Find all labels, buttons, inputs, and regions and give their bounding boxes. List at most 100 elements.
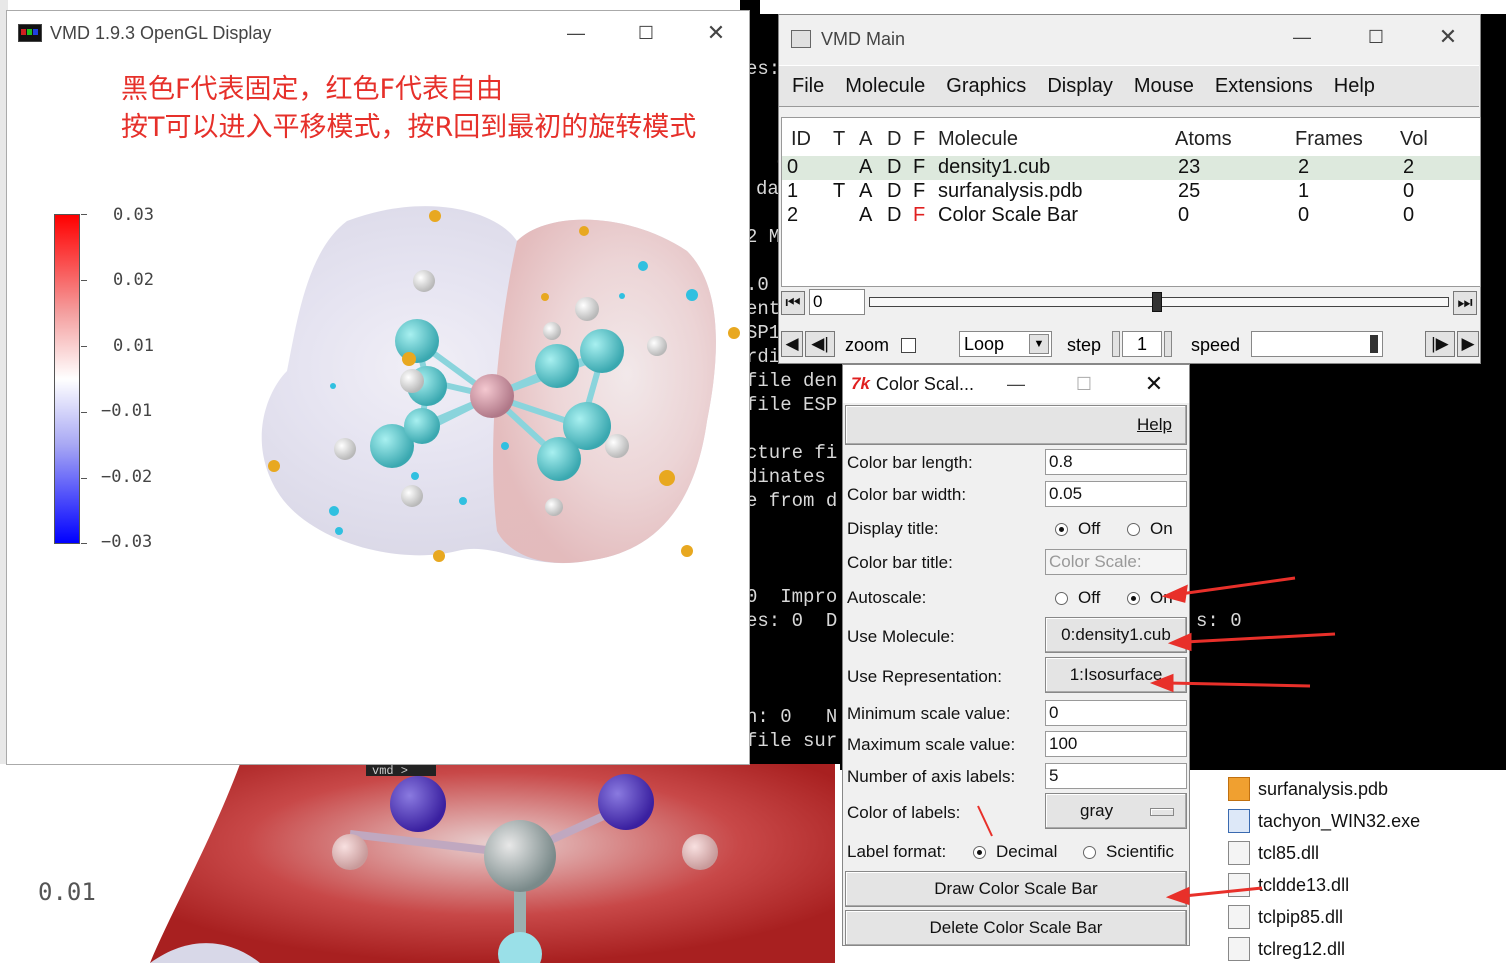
row-active[interactable]: A (859, 180, 872, 203)
autoscale-on-radio[interactable]: On (1127, 588, 1173, 608)
sublime-file-icon (1228, 777, 1250, 801)
skip-to-start-icon[interactable]: ⏮ (781, 291, 805, 315)
minimize-button[interactable]: — (981, 365, 1051, 403)
minimize-button[interactable]: — (1267, 15, 1337, 59)
loop-select[interactable]: Loop ▼ (959, 331, 1052, 357)
console-line: SP1 (746, 322, 781, 344)
close-button[interactable]: ✕ (1413, 15, 1483, 59)
chevron-down-icon[interactable]: ▼ (1029, 334, 1049, 354)
file-item[interactable]: tcldde13.dll (1228, 871, 1349, 899)
min-scale-input[interactable]: 0 (1045, 700, 1187, 726)
row-active[interactable]: A (859, 204, 872, 227)
loop-value: Loop (964, 334, 1005, 354)
axis-labels-input[interactable]: 5 (1045, 763, 1187, 789)
maximize-button[interactable]: ☐ (1049, 365, 1119, 403)
menu-molecule[interactable]: Molecule (845, 75, 925, 98)
step-increment-icon[interactable] (1164, 331, 1172, 357)
console-line: 2 M (746, 226, 781, 248)
play-forward-icon[interactable]: |▶ (1425, 331, 1455, 357)
max-scale-input[interactable]: 100 (1045, 731, 1187, 757)
menu-graphics[interactable]: Graphics (946, 75, 1026, 98)
maximize-button[interactable]: ☐ (611, 11, 681, 55)
delete-color-scale-button[interactable]: Delete Color Scale Bar (845, 910, 1187, 946)
row-top[interactable]: T (833, 180, 845, 203)
vmd-main-window[interactable]: VMD Main — ☐ ✕ File Molecule Graphics Di… (778, 14, 1481, 364)
close-button[interactable]: ✕ (1119, 365, 1189, 403)
row-drawn[interactable]: D (887, 156, 901, 179)
speed-slider-handle[interactable] (1370, 335, 1378, 353)
file-name: surfanalysis.pdb (1258, 778, 1389, 799)
molecule-row[interactable]: 1 T A D F surfanalysis.pdb 25 1 0 (782, 180, 1480, 204)
draw-color-scale-button[interactable]: Draw Color Scale Bar (845, 871, 1187, 907)
cs-title-bar[interactable]: 7k Color Scal... — ☐ ✕ (843, 365, 1189, 403)
step-forward-icon[interactable]: ▶ (1457, 331, 1479, 357)
row-fixed[interactable]: F (913, 180, 925, 203)
row-active[interactable]: A (859, 156, 872, 179)
file-item[interactable]: tclreg12.dll (1228, 935, 1345, 963)
bar-width-input[interactable]: 0.05 (1045, 481, 1187, 507)
opengl-display-window[interactable]: VMD 1.9.3 OpenGL Display — ☐ ✕ 黑色F代表固定，红… (6, 10, 750, 765)
color-scale-window[interactable]: 7k Color Scal... — ☐ ✕ Help Color bar le… (842, 364, 1190, 946)
col-header-top[interactable]: T (833, 128, 845, 151)
file-item[interactable]: tachyon_WIN32.exe (1228, 807, 1420, 835)
row-vol: 0 (1403, 204, 1415, 226)
row-fixed[interactable]: F (913, 156, 925, 179)
frame-input[interactable]: 0 (809, 289, 865, 315)
col-header-frames[interactable]: Frames (1295, 128, 1363, 151)
gl-title-bar[interactable]: VMD 1.9.3 OpenGL Display — ☐ ✕ (7, 11, 749, 55)
file-item[interactable]: surfanalysis.pdb (1228, 775, 1388, 803)
molecule-isosurface-render[interactable] (247, 191, 747, 591)
row-drawn[interactable]: D (887, 180, 901, 203)
menu-file[interactable]: File (792, 75, 824, 98)
background-molecule-render: vmd > 0.01 (0, 764, 840, 963)
menu-extensions[interactable]: Extensions (1215, 75, 1313, 98)
file-item[interactable]: tclpip85.dll (1228, 903, 1343, 931)
row-vol: 0 (1403, 180, 1415, 202)
use-molecule-menu[interactable]: 0:density1.cub (1045, 617, 1187, 653)
col-header-id[interactable]: ID (791, 128, 811, 151)
col-header-vol[interactable]: Vol (1400, 128, 1428, 151)
zoom-checkbox[interactable] (901, 338, 916, 353)
bar-title-input[interactable]: Color Scale: (1045, 549, 1187, 575)
console-line: ent (746, 298, 781, 320)
minimize-button[interactable]: — (541, 11, 611, 55)
colorbar-label: 0.01 (113, 336, 154, 356)
format-decimal-radio[interactable]: Decimal (973, 842, 1057, 862)
close-button[interactable]: ✕ (681, 11, 751, 55)
row-drawn[interactable]: D (887, 204, 901, 227)
row-id: 0 (787, 156, 799, 178)
min-scale-label: Minimum scale value: (847, 704, 1011, 723)
row-fixed-free[interactable]: F (913, 204, 925, 227)
col-header-atoms[interactable]: Atoms (1175, 128, 1232, 151)
col-header-drawn[interactable]: D (887, 128, 901, 151)
autoscale-off-radio[interactable]: Off (1055, 588, 1100, 608)
bar-length-input[interactable]: 0.8 (1045, 449, 1187, 475)
step-back-icon[interactable]: ◀ (781, 331, 803, 357)
menu-mouse[interactable]: Mouse (1134, 75, 1194, 98)
menu-display[interactable]: Display (1047, 75, 1113, 98)
step-decrement-icon[interactable] (1112, 331, 1120, 357)
row-molecule-name: surfanalysis.pdb (938, 180, 1083, 202)
use-molecule-label: Use Molecule: (847, 627, 955, 646)
molecule-row[interactable]: 2 A D F Color Scale Bar 0 0 0 (782, 204, 1480, 228)
molecule-row[interactable]: 0 A D F density1.cub 23 2 2 (782, 156, 1480, 180)
play-reverse-icon[interactable]: ◀| (805, 331, 835, 357)
speed-slider[interactable] (1251, 331, 1383, 357)
col-header-fixed[interactable]: F (913, 128, 925, 151)
file-item[interactable]: tcl85.dll (1228, 839, 1319, 867)
format-scientific-radio[interactable]: Scientific (1083, 842, 1174, 862)
label-color-menu[interactable]: gray (1045, 793, 1187, 829)
frame-slider-handle[interactable] (1152, 292, 1162, 312)
step-input[interactable]: 1 (1122, 331, 1162, 357)
main-title-bar[interactable]: VMD Main — ☐ ✕ (779, 15, 1480, 63)
col-header-active[interactable]: A (859, 128, 872, 151)
display-title-on-radio[interactable]: On (1127, 519, 1173, 539)
menu-help[interactable]: Help (1334, 75, 1375, 98)
skip-to-end-icon[interactable]: ⏭ (1453, 291, 1477, 315)
display-title-off-radio[interactable]: Off (1055, 519, 1100, 539)
col-header-molecule[interactable]: Molecule (938, 128, 1018, 151)
label-format-label: Label format: (847, 842, 947, 861)
help-button[interactable]: Help (845, 405, 1187, 445)
use-representation-menu[interactable]: 1:Isosurface (1045, 657, 1187, 693)
maximize-button[interactable]: ☐ (1341, 15, 1411, 59)
